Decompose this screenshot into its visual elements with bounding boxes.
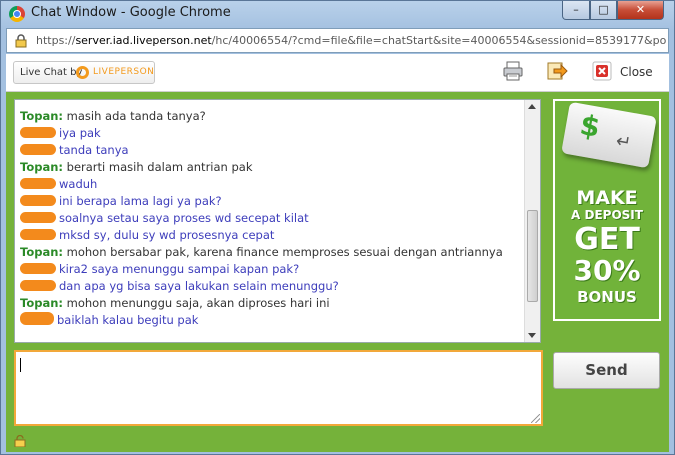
scroll-down-icon[interactable] — [528, 333, 536, 338]
minimize-button[interactable]: – — [562, 1, 590, 20]
window-title: Chat Window - Google Chrome — [31, 5, 231, 20]
title-bar: Chat Window - Google Chrome – □ ✕ — [1, 1, 674, 27]
resize-grip-icon[interactable] — [531, 414, 540, 423]
message-text: soalnya setau saya proses wd secepat kil… — [59, 211, 309, 225]
message-input[interactable] — [14, 350, 543, 426]
redacted-name-mark — [20, 280, 56, 291]
message-text: dan apa yg bisa saya lakukan selain menu… — [59, 279, 339, 293]
maximize-button[interactable]: □ — [590, 1, 617, 20]
redacted-name-mark — [20, 144, 56, 155]
transfer-icon[interactable] — [546, 60, 568, 82]
message-text: mohon menunggu saja, akan diproses hari … — [66, 296, 330, 310]
visitor-message: kira2 saya menunggu sampai kapan pak? — [20, 261, 525, 278]
lock-icon — [15, 34, 27, 48]
message-text: tanda tanya — [59, 143, 129, 157]
address-bar[interactable]: https://server.iad.liveperson.net/hc/400… — [6, 28, 669, 53]
text-cursor — [20, 358, 21, 372]
ad-line-5: BONUS — [577, 288, 637, 306]
message-text: mksd sy, dulu sy wd prosesnya cepat — [59, 228, 275, 242]
chat-transcript[interactable]: Topan: masih ada tanda tanya? iya pak tand… — [14, 99, 541, 343]
message-text: waduh — [59, 177, 98, 191]
visitor-message: ini berapa lama lagi ya pak? — [20, 193, 525, 210]
ad-line-2: A DEPOSIT — [571, 208, 643, 222]
printer-icon[interactable] — [502, 60, 524, 82]
ad-line-4: 30% — [573, 254, 641, 287]
ad-line-3: GET — [574, 222, 640, 257]
message-text: baiklah kalau begitu pak — [57, 313, 199, 327]
visitor-message: mksd sy, dulu sy wd prosesnya cepat — [20, 227, 525, 244]
visitor-message: baiklah kalau begitu pak — [20, 312, 525, 329]
agent-name: Topan: — [20, 160, 63, 174]
dollar-symbol: $ — [577, 108, 603, 145]
message-list: Topan: masih ada tanda tanya? iya pak tand… — [20, 102, 525, 329]
window-close-button[interactable]: ✕ — [617, 1, 664, 20]
deposit-bonus-ad[interactable]: $ ↵ MAKE A DEPOSIT GET 30% BONUS — [553, 99, 661, 321]
visitor-message: iya pak — [20, 125, 525, 142]
visitor-message: tanda tanya — [20, 142, 525, 159]
close-label[interactable]: Close — [620, 65, 653, 79]
liveperson-brand: LIVEPERSON — [93, 67, 155, 77]
secure-padlock-icon — [14, 435, 26, 447]
agent-message: Topan: masih ada tanda tanya? — [20, 108, 525, 125]
redacted-name-mark — [20, 312, 54, 325]
visitor-message: waduh — [20, 176, 525, 193]
chrome-logo-icon — [9, 6, 25, 22]
agent-name: Topan: — [20, 245, 63, 259]
message-text: berarti masih dalam antrian pak — [66, 160, 253, 174]
visitor-message: soalnya setau saya proses wd secepat kil… — [20, 210, 525, 227]
liveperson-badge[interactable]: Live Chat by LIVEPERSON — [13, 61, 155, 84]
agent-name: Topan: — [20, 109, 63, 123]
url-scheme: https:// — [36, 34, 76, 47]
url-host: server.iad.liveperson.net — [75, 34, 212, 47]
scroll-thumb[interactable] — [527, 210, 538, 302]
live-chat-by-label: Live Chat by — [20, 67, 83, 78]
message-text: mohon bersabar pak, karena finance mempr… — [66, 245, 503, 259]
agent-message: Topan: mohon bersabar pak, karena financ… — [20, 244, 525, 261]
visitor-message: dan apa yg bisa saya lakukan selain menu… — [20, 278, 525, 295]
keyboard-key-icon: $ ↵ — [561, 101, 657, 169]
chat-header: Live Chat by LIVEPERSON Close — [6, 54, 669, 92]
chat-page: Live Chat by LIVEPERSON Close Topan: mas… — [6, 54, 669, 452]
redacted-name-mark — [20, 229, 56, 240]
message-text: iya pak — [59, 126, 101, 140]
redacted-name-mark — [20, 195, 56, 206]
message-text: masih ada tanda tanya? — [66, 109, 206, 123]
redacted-name-mark — [20, 127, 56, 138]
message-text: kira2 saya menunggu sampai kapan pak? — [59, 262, 300, 276]
ad-line-1: MAKE — [576, 187, 638, 209]
enter-symbol: ↵ — [614, 130, 633, 154]
agent-name: Topan: — [20, 296, 63, 310]
message-text: ini berapa lama lagi ya pak? — [59, 194, 222, 208]
scroll-up-icon[interactable] — [528, 104, 536, 109]
liveperson-logo-icon — [76, 66, 89, 79]
redacted-name-mark — [20, 212, 56, 223]
redacted-name-mark — [20, 263, 56, 274]
url-path: /hc/40006554/?cmd=file&file=chatStart&si… — [211, 34, 666, 47]
url-text[interactable]: https://server.iad.liveperson.net/hc/400… — [36, 34, 666, 47]
agent-message: Topan: berarti masih dalam antrian pak — [20, 159, 525, 176]
send-button[interactable]: Send — [553, 352, 660, 389]
close-icon[interactable] — [591, 60, 613, 82]
browser-window: Chat Window - Google Chrome – □ ✕ https:… — [0, 0, 675, 455]
redacted-name-mark — [20, 178, 56, 189]
transcript-scrollbar[interactable] — [524, 100, 540, 342]
agent-message: Topan: mohon menunggu saja, akan diprose… — [20, 295, 525, 312]
